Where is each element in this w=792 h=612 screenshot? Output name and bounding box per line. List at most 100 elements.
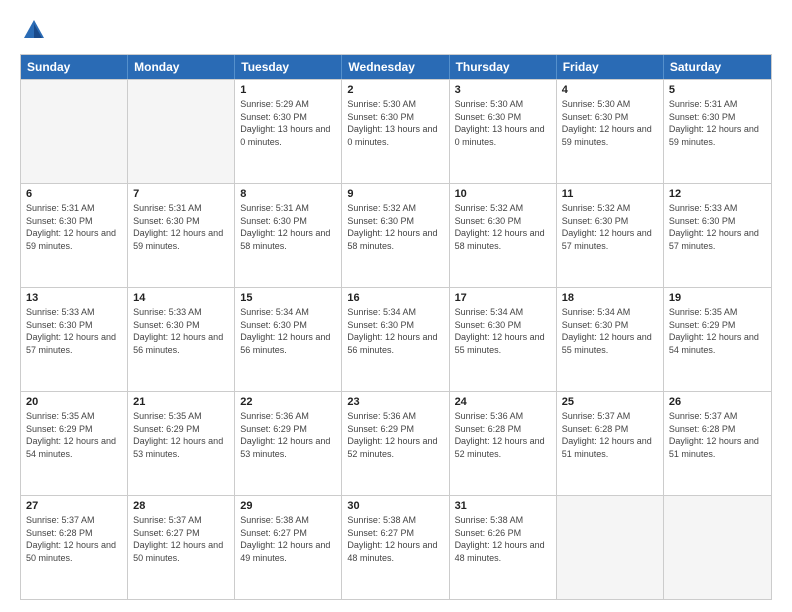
- day-number: 24: [455, 396, 551, 408]
- day-number: 12: [669, 188, 766, 200]
- calendar-cell: [21, 80, 128, 183]
- calendar-row: 1 Sunrise: 5:29 AM Sunset: 6:30 PM Daylig…: [21, 79, 771, 183]
- day-number: 1: [240, 84, 336, 96]
- day-number: 25: [562, 396, 658, 408]
- day-number: 18: [562, 292, 658, 304]
- calendar-cell: 27 Sunrise: 5:37 AM Sunset: 6:28 PM Dayli…: [21, 496, 128, 599]
- calendar-cell: 3 Sunrise: 5:30 AM Sunset: 6:30 PM Daylig…: [450, 80, 557, 183]
- cell-info: Sunrise: 5:36 AM Sunset: 6:28 PM Dayligh…: [455, 410, 551, 460]
- calendar-cell: 13 Sunrise: 5:33 AM Sunset: 6:30 PM Dayli…: [21, 288, 128, 391]
- cell-info: Sunrise: 5:32 AM Sunset: 6:30 PM Dayligh…: [347, 202, 443, 252]
- cell-info: Sunrise: 5:30 AM Sunset: 6:30 PM Dayligh…: [455, 98, 551, 148]
- calendar-cell: 9 Sunrise: 5:32 AM Sunset: 6:30 PM Daylig…: [342, 184, 449, 287]
- calendar-cell: 5 Sunrise: 5:31 AM Sunset: 6:30 PM Daylig…: [664, 80, 771, 183]
- calendar-body: 1 Sunrise: 5:29 AM Sunset: 6:30 PM Daylig…: [21, 79, 771, 599]
- cell-info: Sunrise: 5:35 AM Sunset: 6:29 PM Dayligh…: [669, 306, 766, 356]
- cell-info: Sunrise: 5:38 AM Sunset: 6:27 PM Dayligh…: [240, 514, 336, 564]
- day-number: 15: [240, 292, 336, 304]
- calendar-cell: 8 Sunrise: 5:31 AM Sunset: 6:30 PM Daylig…: [235, 184, 342, 287]
- calendar-cell: 1 Sunrise: 5:29 AM Sunset: 6:30 PM Daylig…: [235, 80, 342, 183]
- calendar-cell: 31Sunrise: 5:38 AM Sunset: 6:26 PM Dayli…: [450, 496, 557, 599]
- cell-info: Sunrise: 5:34 AM Sunset: 6:30 PM Dayligh…: [562, 306, 658, 356]
- calendar-cell: 29Sunrise: 5:38 AM Sunset: 6:27 PM Dayli…: [235, 496, 342, 599]
- day-number: 10: [455, 188, 551, 200]
- day-number: 30: [347, 500, 443, 512]
- day-number: 27: [26, 500, 122, 512]
- cell-info: Sunrise: 5:32 AM Sunset: 6:30 PM Dayligh…: [455, 202, 551, 252]
- header: [20, 16, 772, 44]
- day-number: 14: [133, 292, 229, 304]
- day-number: 23: [347, 396, 443, 408]
- cell-info: Sunrise: 5:34 AM Sunset: 6:30 PM Dayligh…: [455, 306, 551, 356]
- calendar-cell: 15 Sunrise: 5:34 AM Sunset: 6:30 PM Dayli…: [235, 288, 342, 391]
- day-number: 17: [455, 292, 551, 304]
- day-number: 13: [26, 292, 122, 304]
- calendar-cell: [128, 80, 235, 183]
- calendar-cell: [664, 496, 771, 599]
- weekday-header: Friday: [557, 55, 664, 79]
- cell-info: Sunrise: 5:31 AM Sunset: 6:30 PM Dayligh…: [240, 202, 336, 252]
- weekday-header: Thursday: [450, 55, 557, 79]
- day-number: 7: [133, 188, 229, 200]
- weekday-header: Saturday: [664, 55, 771, 79]
- cell-info: Sunrise: 5:35 AM Sunset: 6:29 PM Dayligh…: [26, 410, 122, 460]
- calendar-header: SundayMondayTuesdayWednesdayThursdayFrid…: [21, 55, 771, 79]
- cell-info: Sunrise: 5:29 AM Sunset: 6:30 PM Dayligh…: [240, 98, 336, 148]
- day-number: 11: [562, 188, 658, 200]
- calendar-cell: 2 Sunrise: 5:30 AM Sunset: 6:30 PM Daylig…: [342, 80, 449, 183]
- day-number: 3: [455, 84, 551, 96]
- calendar-cell: 17 Sunrise: 5:34 AM Sunset: 6:30 PM Dayli…: [450, 288, 557, 391]
- cell-info: Sunrise: 5:34 AM Sunset: 6:30 PM Dayligh…: [347, 306, 443, 356]
- cell-info: Sunrise: 5:33 AM Sunset: 6:30 PM Dayligh…: [26, 306, 122, 356]
- day-number: 2: [347, 84, 443, 96]
- calendar-cell: 20Sunrise: 5:35 AM Sunset: 6:29 PM Dayli…: [21, 392, 128, 495]
- cell-info: Sunrise: 5:37 AM Sunset: 6:27 PM Dayligh…: [133, 514, 229, 564]
- calendar-cell: 22Sunrise: 5:36 AM Sunset: 6:29 PM Dayli…: [235, 392, 342, 495]
- day-number: 8: [240, 188, 336, 200]
- day-number: 4: [562, 84, 658, 96]
- calendar-cell: 14Sunrise: 5:33 AM Sunset: 6:30 PM Dayli…: [128, 288, 235, 391]
- weekday-header: Wednesday: [342, 55, 449, 79]
- cell-info: Sunrise: 5:33 AM Sunset: 6:30 PM Dayligh…: [669, 202, 766, 252]
- calendar-cell: 24 Sunrise: 5:36 AM Sunset: 6:28 PM Dayli…: [450, 392, 557, 495]
- cell-info: Sunrise: 5:37 AM Sunset: 6:28 PM Dayligh…: [669, 410, 766, 460]
- day-number: 16: [347, 292, 443, 304]
- calendar-cell: [557, 496, 664, 599]
- day-number: 5: [669, 84, 766, 96]
- day-number: 9: [347, 188, 443, 200]
- calendar-cell: 26Sunrise: 5:37 AM Sunset: 6:28 PM Dayli…: [664, 392, 771, 495]
- cell-info: Sunrise: 5:38 AM Sunset: 6:27 PM Dayligh…: [347, 514, 443, 564]
- calendar-row: 13 Sunrise: 5:33 AM Sunset: 6:30 PM Dayli…: [21, 287, 771, 391]
- calendar-row: 6 Sunrise: 5:31 AM Sunset: 6:30 PM Daylig…: [21, 183, 771, 287]
- calendar-cell: 28 Sunrise: 5:37 AM Sunset: 6:27 PM Dayli…: [128, 496, 235, 599]
- day-number: 6: [26, 188, 122, 200]
- calendar-cell: 25 Sunrise: 5:37 AM Sunset: 6:28 PM Dayli…: [557, 392, 664, 495]
- cell-info: Sunrise: 5:37 AM Sunset: 6:28 PM Dayligh…: [26, 514, 122, 564]
- calendar: SundayMondayTuesdayWednesdayThursdayFrid…: [20, 54, 772, 600]
- weekday-header: Tuesday: [235, 55, 342, 79]
- cell-info: Sunrise: 5:30 AM Sunset: 6:30 PM Dayligh…: [347, 98, 443, 148]
- calendar-cell: 30 Sunrise: 5:38 AM Sunset: 6:27 PM Dayli…: [342, 496, 449, 599]
- cell-info: Sunrise: 5:31 AM Sunset: 6:30 PM Dayligh…: [133, 202, 229, 252]
- cell-info: Sunrise: 5:38 AM Sunset: 6:26 PM Dayligh…: [455, 514, 551, 564]
- calendar-row: 27 Sunrise: 5:37 AM Sunset: 6:28 PM Dayli…: [21, 495, 771, 599]
- weekday-header: Sunday: [21, 55, 128, 79]
- calendar-cell: 11 Sunrise: 5:32 AM Sunset: 6:30 PM Dayli…: [557, 184, 664, 287]
- cell-info: Sunrise: 5:36 AM Sunset: 6:29 PM Dayligh…: [347, 410, 443, 460]
- logo-icon: [20, 16, 48, 44]
- cell-info: Sunrise: 5:32 AM Sunset: 6:30 PM Dayligh…: [562, 202, 658, 252]
- cell-info: Sunrise: 5:36 AM Sunset: 6:29 PM Dayligh…: [240, 410, 336, 460]
- cell-info: Sunrise: 5:30 AM Sunset: 6:30 PM Dayligh…: [562, 98, 658, 148]
- calendar-cell: 19Sunrise: 5:35 AM Sunset: 6:29 PM Dayli…: [664, 288, 771, 391]
- calendar-cell: 21Sunrise: 5:35 AM Sunset: 6:29 PM Dayli…: [128, 392, 235, 495]
- day-number: 21: [133, 396, 229, 408]
- cell-info: Sunrise: 5:37 AM Sunset: 6:28 PM Dayligh…: [562, 410, 658, 460]
- calendar-cell: 4 Sunrise: 5:30 AM Sunset: 6:30 PM Daylig…: [557, 80, 664, 183]
- day-number: 28: [133, 500, 229, 512]
- calendar-cell: 10 Sunrise: 5:32 AM Sunset: 6:30 PM Dayli…: [450, 184, 557, 287]
- calendar-cell: 6Sunrise: 5:31 AM Sunset: 6:30 PM Daylig…: [21, 184, 128, 287]
- cell-info: Sunrise: 5:31 AM Sunset: 6:30 PM Dayligh…: [669, 98, 766, 148]
- cell-info: Sunrise: 5:34 AM Sunset: 6:30 PM Dayligh…: [240, 306, 336, 356]
- calendar-cell: 23 Sunrise: 5:36 AM Sunset: 6:29 PM Dayli…: [342, 392, 449, 495]
- calendar-cell: 16 Sunrise: 5:34 AM Sunset: 6:30 PM Dayli…: [342, 288, 449, 391]
